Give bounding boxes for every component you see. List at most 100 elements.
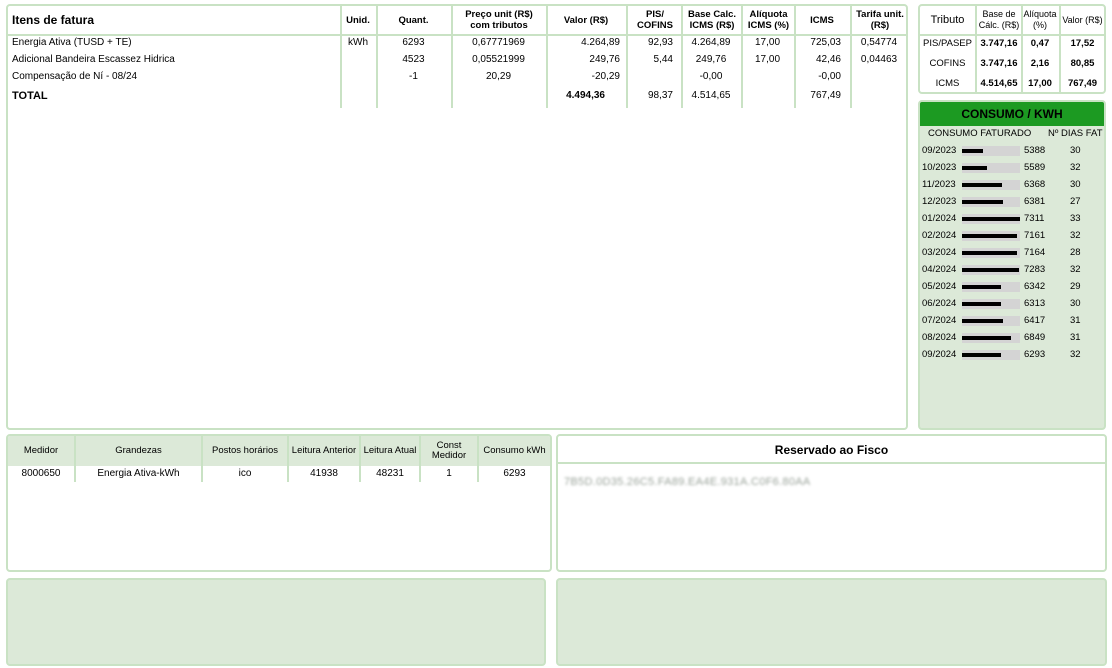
consumo-row: 10/2023 5589 32: [920, 159, 1104, 176]
consumo-kwh: 6849: [1024, 332, 1046, 343]
header-consumo: Consumo kWh: [479, 436, 550, 466]
consumo-month: 08/2024: [922, 332, 957, 343]
consumo-days: 31: [1070, 332, 1081, 343]
header-tributo: Tributo: [930, 13, 965, 26]
tributo-table: Tributo Base de Cálc. (R$) Alíquota (%) …: [918, 4, 1106, 94]
header-aliquota: Alíquota (%): [1023, 9, 1057, 30]
consumo-kwh: 7283: [1024, 264, 1046, 275]
consumo-bar: [962, 234, 1017, 238]
tributo-valor: 80,85: [1070, 58, 1095, 69]
consumo-row: 08/2024 6849 31: [920, 329, 1104, 346]
tributo-name: ICMS: [935, 78, 960, 89]
header-aliquota: Alíquota ICMS (%): [747, 9, 790, 31]
consumo-month: 02/2024: [922, 230, 957, 241]
consumo-kwh: 6313: [1024, 298, 1046, 309]
header-valor: Valor (R$): [563, 14, 609, 26]
row-base: 4.264,89: [691, 37, 731, 48]
header-unid: Unid.: [346, 14, 370, 26]
header-base-calc: Base Calc. ICMS (R$): [687, 9, 737, 31]
tributo-base: 3.747,16: [980, 58, 1018, 69]
total-base: 4.514,65: [691, 90, 731, 101]
row-item: Energia Ativa (TUSD + TE): [12, 37, 132, 48]
consumo-days: 32: [1070, 162, 1081, 173]
row-tarifa: 0,04463: [860, 54, 898, 65]
row-item: Compensação de Ní - 08/24: [12, 71, 138, 82]
fisco-code: 7B5D.0D35.26C5.FA89.EA4E.931A.C0F6.80AA: [564, 476, 811, 488]
consumo-bar: [962, 319, 1003, 323]
row-preco: 0,05521999: [472, 54, 525, 65]
consumo-row: 02/2024 7161 32: [920, 227, 1104, 244]
consumo-kwh: 7164: [1024, 247, 1046, 258]
consumo-days: 30: [1070, 179, 1081, 190]
consumo-days: 28: [1070, 247, 1081, 258]
tributo-base: 3.747,16: [980, 38, 1018, 49]
consumo-column-label: CONSUMO FATURADO: [928, 128, 1032, 139]
header-leitura-atual: Leitura Atual: [361, 436, 419, 466]
tributo-aliquota: 0,47: [1030, 38, 1050, 49]
consumo-kwh: 6381: [1024, 196, 1046, 207]
consumo-kwh: 6342: [1024, 281, 1046, 292]
consumo-month: 04/2024: [922, 264, 957, 275]
consumo-kwh: 5589: [1024, 162, 1046, 173]
invoice-items-table: Itens de fatura Unid. Quant. Preço unit …: [6, 4, 908, 430]
consumo-row: 09/2023 5388 30: [920, 142, 1104, 159]
consumo-days: 30: [1070, 145, 1081, 156]
consumo-month: 09/2024: [922, 349, 957, 360]
consumo-bar-track: [962, 214, 1020, 224]
row-base: -0,00: [699, 71, 723, 82]
total-valor: 4.494,36: [566, 90, 605, 101]
consumo-kwh: 7311: [1024, 213, 1045, 224]
row-valor: -20,29: [591, 71, 620, 82]
row-quant: 6293: [402, 37, 425, 48]
tributo-aliquota: 2,16: [1030, 58, 1050, 69]
consumo-kwh: 6417: [1024, 315, 1046, 326]
consumo-bar: [962, 149, 983, 153]
header-tarifa: Tarifa unit. (R$): [856, 9, 904, 31]
consumo-days: 27: [1070, 196, 1081, 207]
consumo-bar-track: [962, 248, 1020, 258]
consumo-days: 29: [1070, 281, 1081, 292]
tributo-valor: 767,49: [1067, 78, 1098, 89]
header-medidor: Medidor: [8, 436, 74, 466]
consumo-bar: [962, 200, 1003, 204]
tributo-base: 4.514,65: [980, 78, 1018, 89]
consumo-history-panel: CONSUMO / KWH CONSUMO FATURADO Nº DIAS F…: [918, 100, 1106, 430]
consumo-bar: [962, 217, 1020, 221]
consumo-bar: [962, 336, 1011, 340]
consumo-row: 03/2024 7164 28: [920, 244, 1104, 261]
consumo-bar-track: [962, 299, 1020, 309]
consumo-days: 32: [1070, 349, 1081, 360]
consumo-month: 09/2023: [922, 145, 957, 156]
consumo-bar-track: [962, 146, 1020, 156]
total-icms: 767,49: [810, 90, 841, 101]
leitura-atual-value: 48231: [376, 468, 404, 479]
consumo-days: 32: [1070, 264, 1081, 275]
header-preco: Preço unit (R$) com tributos: [465, 9, 533, 31]
row-valor: 4.264,89: [581, 37, 620, 48]
consumo-month: 05/2024: [922, 281, 957, 292]
header-base: Base de Cálc. (R$): [978, 9, 1020, 30]
row-icms: 42,46: [815, 54, 841, 65]
row-tarifa: 0,54774: [860, 37, 898, 48]
header-grandezas: Grandezas: [76, 436, 201, 466]
row-quant: -1: [409, 71, 418, 82]
consumo-bar-track: [962, 163, 1020, 173]
header-item: Itens de fatura: [12, 12, 95, 27]
postos-value: ico: [238, 468, 252, 479]
tributo-valor: 17,52: [1070, 38, 1095, 49]
row-unid: kWh: [348, 37, 368, 48]
consumo-row: 05/2024 6342 29: [920, 278, 1104, 295]
leitura-anterior-value: 41938: [310, 468, 338, 479]
header-valor: Valor (R$): [1062, 14, 1103, 25]
tributo-aliquota: 17,00: [1028, 78, 1052, 89]
consumo-bar: [962, 302, 1001, 306]
consumo-days: 31: [1070, 315, 1081, 326]
consumo-days: 33: [1070, 213, 1081, 224]
consumo-row: 01/2024 7311 33: [920, 210, 1104, 227]
consumo-kwh: 6293: [1024, 349, 1046, 360]
consumo-bar: [962, 268, 1019, 272]
consumo-value: 6293: [503, 468, 526, 479]
consumo-bar-track: [962, 231, 1020, 241]
reservado-fisco-panel: Reservado ao Fisco 7B5D.0D35.26C5.FA89.E…: [556, 434, 1107, 572]
consumo-bar-track: [962, 316, 1020, 326]
